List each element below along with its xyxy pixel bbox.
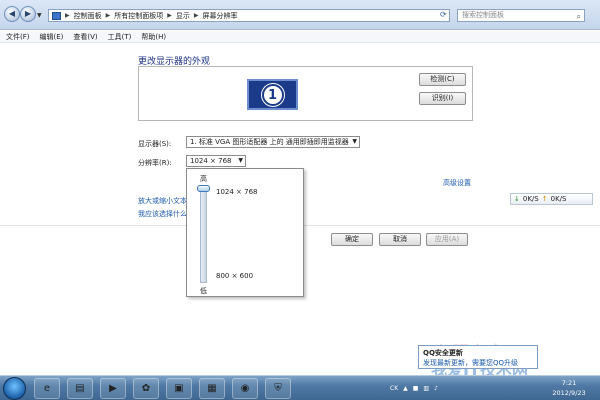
upload-speed: 0K/S	[550, 195, 567, 203]
apply-button[interactable]: 应用(A)	[426, 233, 468, 246]
explorer-icon[interactable]: ▤	[67, 378, 93, 399]
clock-date: 2012/9/23	[552, 389, 586, 397]
chevron-down-icon: ▼	[238, 157, 243, 164]
detect-button[interactable]: 检测(C)	[419, 73, 466, 86]
resolution-option-low[interactable]: 800 × 600	[216, 272, 253, 280]
qq-popup-message[interactable]: 发现最新更新，需要您QQ升级	[423, 358, 518, 368]
browser-icon[interactable]: ◉	[232, 378, 258, 399]
low-label: 低	[200, 287, 207, 295]
tray-app-icon[interactable]: ■	[413, 385, 419, 392]
start-button[interactable]	[3, 377, 26, 400]
search-input[interactable]: 搜索控制面板 ⌕	[457, 9, 585, 22]
breadcrumb-item[interactable]: 显示	[176, 11, 190, 21]
menu-file[interactable]: 文件(F)	[6, 32, 30, 42]
control-panel-task-icon[interactable]: ▣	[166, 378, 192, 399]
monitor-number: 1	[261, 83, 284, 106]
history-dropdown-icon[interactable]: ▼	[37, 12, 42, 19]
control-panel-icon	[52, 11, 61, 20]
tiles-icon[interactable]: ▦	[199, 378, 225, 399]
qq-update-popup[interactable]: QQ安全更新 发现最新更新，需要您QQ升级	[418, 345, 538, 369]
media-player-icon[interactable]: ▶	[100, 378, 126, 399]
display-select[interactable]: 1. 标准 VGA 图形适配器 上的 通用即插即用监视器 ▼	[186, 136, 360, 148]
search-placeholder: 搜索控制面板	[462, 11, 504, 19]
chevron-right-icon: ▶	[193, 12, 199, 19]
ok-button[interactable]: 确定	[331, 233, 373, 246]
resolution-value: 1024 × 768	[190, 157, 232, 165]
address-bar: ◀ ▶ ▼ ▶ 控制面板 ▶ 所有控制面板项 ▶ 显示 ▶ 屏幕分辨率 ⟳ 搜索…	[0, 0, 600, 30]
breadcrumb[interactable]: ▶ 控制面板 ▶ 所有控制面板项 ▶ 显示 ▶ 屏幕分辨率	[48, 9, 450, 22]
menu-tools[interactable]: 工具(T)	[108, 32, 132, 42]
download-arrow-icon: ↓	[514, 195, 520, 203]
resolution-slider-track[interactable]	[200, 186, 207, 283]
search-icon[interactable]: ⌕	[577, 11, 581, 21]
tray-network-icon[interactable]: ▥	[423, 385, 429, 392]
download-speed: 0K/S	[522, 195, 539, 203]
refresh-icon[interactable]: ⟳	[440, 10, 447, 19]
resolution-label: 分辨率(R):	[138, 159, 172, 167]
resolution-slider-thumb[interactable]	[197, 185, 210, 192]
cancel-button[interactable]: 取消	[379, 233, 421, 246]
menu-bar: 文件(F) 编辑(E) 查看(V) 工具(T) 帮助(H)	[0, 31, 600, 43]
chevron-right-icon: ▶	[105, 12, 111, 19]
menu-help[interactable]: 帮助(H)	[141, 32, 166, 42]
upload-arrow-icon: ↑	[541, 195, 548, 203]
resize-text-link[interactable]: 放大或缩小文本	[138, 196, 186, 206]
ie-icon[interactable]: e	[34, 378, 60, 399]
back-button[interactable]: ◀	[4, 6, 20, 22]
chevron-right-icon: ▶	[65, 12, 70, 19]
clock-time: 7:21	[561, 379, 577, 387]
breadcrumb-item[interactable]: 所有控制面板项	[114, 11, 163, 21]
chevron-right-icon: ▶	[167, 12, 172, 19]
system-tray: CK ▲ ■ ▥ ♪	[390, 379, 438, 398]
tray-volume-icon[interactable]: ♪	[434, 385, 438, 392]
breadcrumb-item[interactable]: 屏幕分辨率	[203, 11, 238, 21]
display-value: 1. 标准 VGA 图形适配器 上的 通用即插即用监视器	[190, 138, 349, 146]
qq-popup-title: QQ安全更新	[423, 349, 463, 357]
high-label: 高	[200, 175, 207, 183]
network-speed-widget[interactable]: ↓ 0K/S ↑ 0K/S	[510, 193, 593, 205]
advanced-settings-link[interactable]: 高级设置	[443, 178, 471, 188]
tray-arrow-icon[interactable]: ▲	[403, 385, 408, 392]
resolution-dropdown: 高 1024 × 768 800 × 600 低	[186, 168, 304, 297]
taskbar: e ▤ ▶ ✿ ▣ ▦ ◉ ⛨ CK ▲ ■ ▥ ♪ 7:21 2012/9/2…	[0, 375, 600, 400]
input-method-indicator[interactable]: CK	[390, 385, 398, 392]
shield-icon[interactable]: ⛨	[265, 378, 291, 399]
resolution-option-high[interactable]: 1024 × 768	[216, 188, 258, 196]
menu-view[interactable]: 查看(V)	[73, 32, 97, 42]
monitor-icon[interactable]: 1	[247, 79, 298, 110]
app-icon[interactable]: ✿	[133, 378, 159, 399]
breadcrumb-item[interactable]: 控制面板	[74, 11, 102, 21]
identify-button[interactable]: 识别(I)	[419, 92, 466, 105]
resolution-select[interactable]: 1024 × 768 ▼	[186, 155, 246, 167]
forward-button[interactable]: ▶	[20, 6, 36, 22]
menu-edit[interactable]: 编辑(E)	[40, 32, 64, 42]
display-label: 显示器(S):	[138, 140, 172, 148]
chevron-down-icon: ▼	[352, 138, 357, 145]
clock[interactable]: 7:21 2012/9/23	[548, 378, 590, 398]
monitor-preview: 1 检测(C) 识别(I)	[138, 66, 473, 121]
help-choose-link[interactable]: 我应该选择什么	[138, 209, 186, 219]
